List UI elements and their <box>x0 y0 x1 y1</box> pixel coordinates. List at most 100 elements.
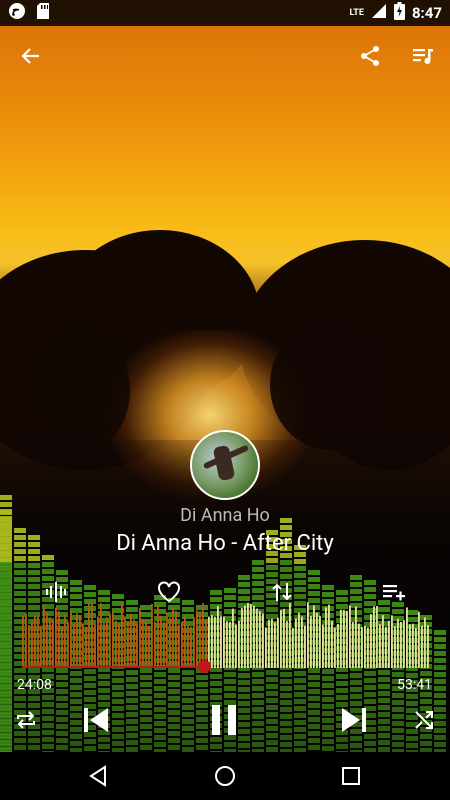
waveform-bar <box>139 607 141 668</box>
waveform-bar <box>127 621 129 668</box>
waveform-bar <box>367 627 369 668</box>
waveform-bar <box>130 613 132 668</box>
waveform-bar <box>424 617 426 668</box>
previous-track-icon[interactable] <box>76 700 116 740</box>
waveform-bar <box>25 613 27 668</box>
waveform-bar <box>397 618 399 668</box>
app-notification-icon <box>8 2 26 24</box>
waveform-bar <box>160 615 162 668</box>
waveform-bar <box>415 627 417 668</box>
waveform-bar <box>91 602 93 668</box>
nav-home-icon[interactable] <box>205 756 245 796</box>
nav-back-icon[interactable] <box>78 756 118 796</box>
waveform-bar <box>271 618 273 668</box>
waveform-bar <box>319 615 321 668</box>
waveform-bar <box>304 625 306 668</box>
waveform-bar <box>202 603 204 668</box>
waveform-bar <box>214 616 216 668</box>
waveform-bar <box>328 604 330 668</box>
waveform-bar <box>217 606 219 668</box>
waveform-bar <box>382 615 384 668</box>
waveform-bar <box>361 627 363 668</box>
waveform-bar <box>283 608 285 668</box>
waveform-bar <box>307 602 309 668</box>
waveform-bar <box>211 615 213 668</box>
waveform-bar <box>166 612 168 668</box>
waveform-bar <box>238 620 240 668</box>
waveform-bar <box>31 621 33 668</box>
queue-music-icon[interactable] <box>403 36 443 76</box>
shuffle-icon[interactable] <box>404 700 444 740</box>
waveform-bar <box>232 608 234 668</box>
waveform-bar <box>61 626 63 668</box>
waveform-bar <box>256 608 258 668</box>
waveform-bar <box>370 614 372 668</box>
system-nav-bar <box>0 752 450 800</box>
waveform-bar <box>73 623 75 668</box>
waveform-bar <box>76 613 78 668</box>
waveform-bar <box>259 611 261 668</box>
waveform-bar <box>193 617 195 668</box>
sd-card-icon <box>36 2 50 24</box>
waveform-bar <box>253 605 255 668</box>
waveform-bar <box>187 625 189 668</box>
waveform-bar <box>169 617 171 668</box>
waveform-bar <box>388 620 390 668</box>
waveform-bar <box>175 611 177 668</box>
waveform-bar <box>310 616 312 668</box>
waveform-bar <box>121 602 123 668</box>
status-time: 8:47 <box>411 4 442 22</box>
waveform-bar <box>331 621 333 668</box>
waveform-bar <box>286 621 288 668</box>
waveform-bar <box>268 619 270 668</box>
waveform-bar <box>142 618 144 668</box>
waveform-bar <box>226 621 228 668</box>
waveform-bar <box>313 605 315 668</box>
back-arrow-icon[interactable] <box>11 36 51 76</box>
waveform-bar <box>391 615 393 668</box>
repeat-icon[interactable] <box>6 700 46 740</box>
waveform-bar <box>406 607 408 668</box>
waveform-bar <box>22 615 24 668</box>
waveform-bar <box>67 621 69 668</box>
waveform-bar <box>97 616 99 668</box>
waveform-bar <box>52 620 54 668</box>
waveform-bar <box>394 626 396 668</box>
pause-icon[interactable] <box>204 700 244 740</box>
seek-progress-line <box>22 666 205 668</box>
total-duration: 53:41 <box>397 677 432 693</box>
waveform-bar <box>298 612 300 668</box>
waveform-bar <box>112 610 114 668</box>
nav-recents-icon[interactable] <box>331 756 371 796</box>
waveform-seekbar[interactable] <box>22 600 430 670</box>
waveform-bar <box>145 618 147 668</box>
waveform-bar <box>427 625 429 668</box>
waveform-bar <box>196 610 198 668</box>
waveform-bar <box>118 623 120 668</box>
waveform-bar <box>154 621 156 668</box>
waveform-bar <box>337 623 339 668</box>
waveform-bar <box>109 613 111 668</box>
waveform-bar <box>178 624 180 668</box>
waveform-bar <box>289 603 291 668</box>
waveform-bar <box>190 626 192 668</box>
waveform-bar <box>223 616 225 668</box>
waveform-bar <box>172 608 174 668</box>
waveform-bar <box>235 624 237 668</box>
waveform-bar <box>280 610 282 668</box>
battery-charging-icon <box>393 2 405 24</box>
network-type: LTE <box>349 8 364 18</box>
waveform-bar <box>88 603 90 668</box>
waveform-bar <box>418 611 420 668</box>
waveform-bar <box>106 617 108 668</box>
waveform-bar <box>43 605 45 668</box>
seek-thumb[interactable] <box>198 660 211 673</box>
waveform-bar <box>85 626 87 668</box>
waveform-bar <box>55 607 57 668</box>
waveform-bar <box>151 603 153 668</box>
waveform-bar <box>385 626 387 668</box>
waveform-bar <box>247 602 249 668</box>
next-track-icon[interactable] <box>334 700 374 740</box>
waveform-bar <box>343 609 345 668</box>
share-icon[interactable] <box>350 36 390 76</box>
